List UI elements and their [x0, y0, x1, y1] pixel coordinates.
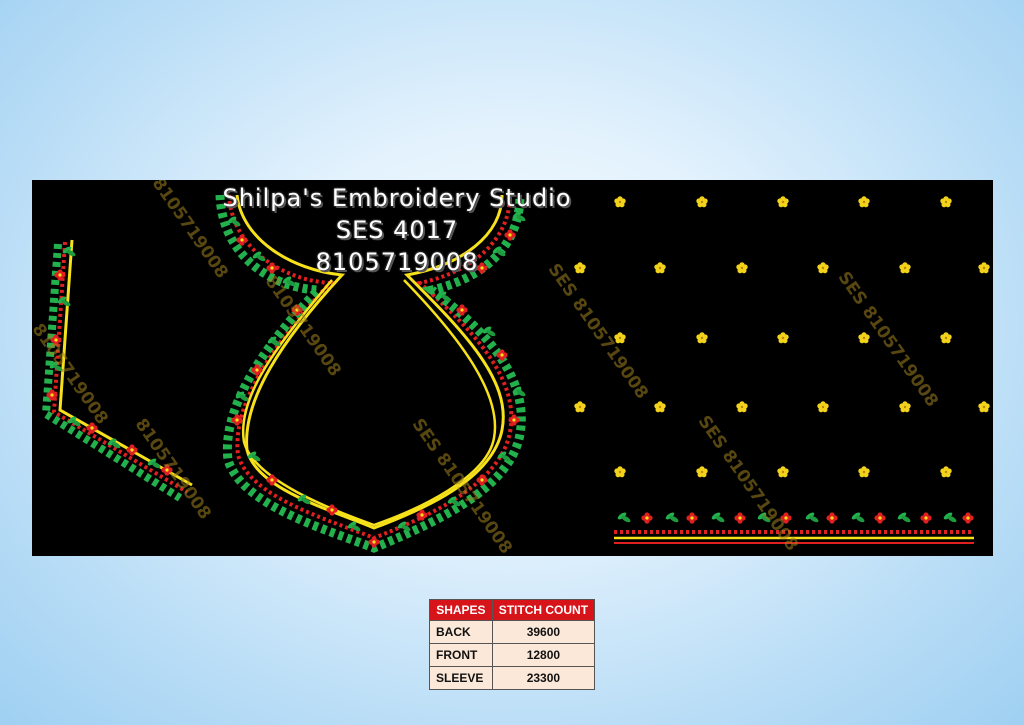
yellow-flower-buttis	[574, 196, 990, 478]
count-cell: 12800	[491, 643, 596, 667]
column-header-shapes: SHAPES	[429, 599, 493, 621]
embroidery-design-panel: 8105719008 8105719008 8105719008 8105719…	[32, 180, 993, 556]
shape-cell: SLEEVE	[429, 666, 493, 690]
table-row: FRONT 12800	[429, 643, 596, 667]
phone-number: 8105719008	[315, 248, 479, 276]
studio-branding: Shilpa's Embroidery Studio SES 4017 8105…	[182, 182, 612, 278]
count-cell: 23300	[491, 666, 596, 690]
shape-cell: FRONT	[429, 643, 493, 667]
column-header-stitch-count: STITCH COUNT	[491, 599, 596, 621]
table-header-row: SHAPES STITCH COUNT	[429, 599, 596, 621]
studio-name: Shilpa's Embroidery Studio	[222, 184, 572, 212]
table-row: SLEEVE 23300	[429, 666, 596, 690]
table-row: BACK 39600	[429, 620, 596, 644]
design-code: SES 4017	[335, 216, 459, 244]
shape-cell: BACK	[429, 620, 493, 644]
count-cell: 39600	[491, 620, 596, 644]
stitch-count-table: SHAPES STITCH COUNT BACK 39600 FRONT 128…	[429, 599, 596, 690]
